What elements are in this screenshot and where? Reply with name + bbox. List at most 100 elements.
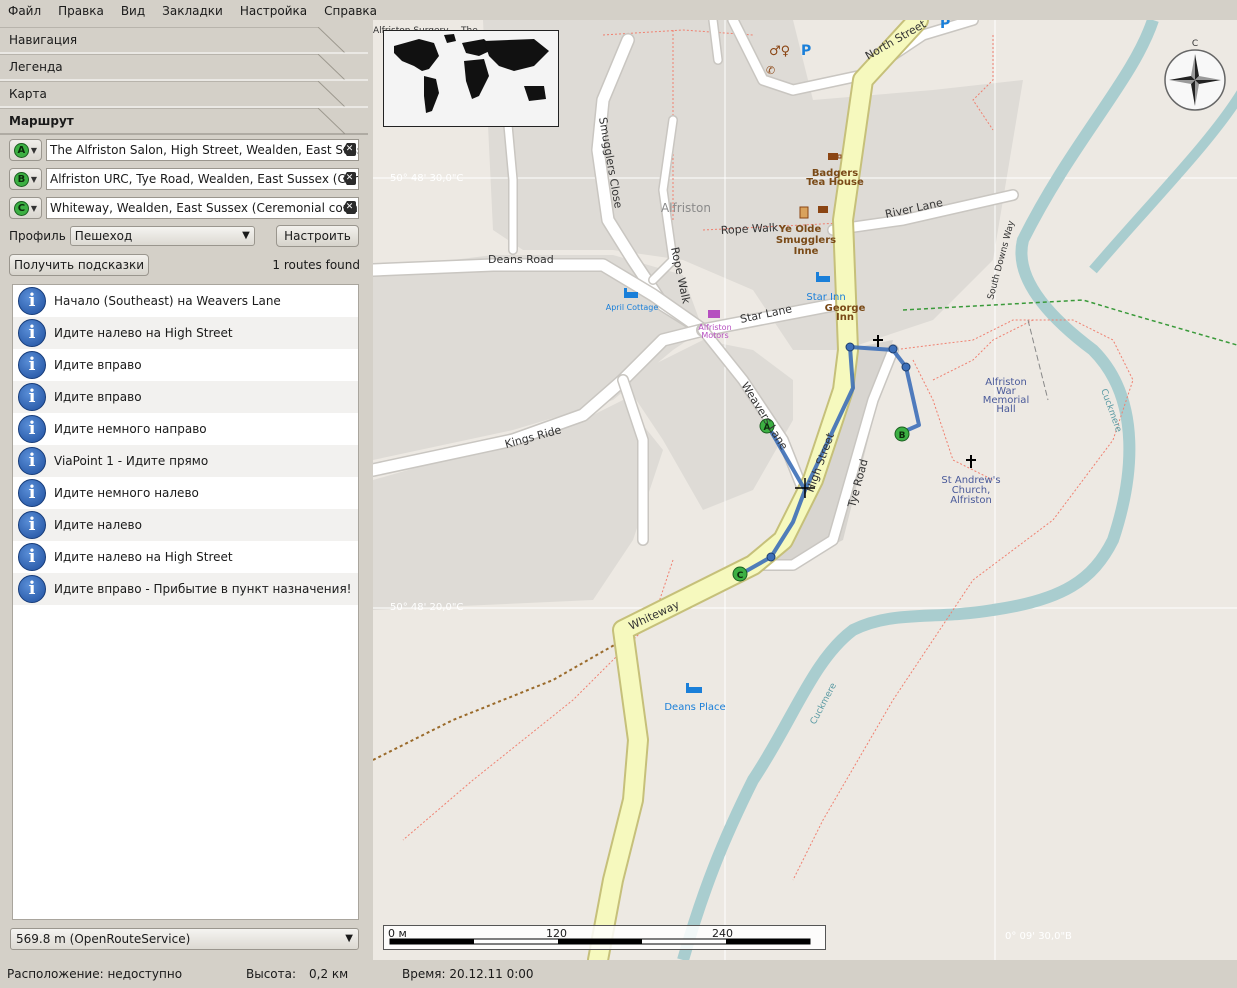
instruction-text: Идите налево на High Street <box>54 326 233 340</box>
map-canvas[interactable]: A B C 50° 48' 30,0"С 50° 48' 20,0"С 0° 0… <box>373 20 1237 960</box>
world-minimap[interactable] <box>383 30 559 127</box>
tab-route[interactable]: Маршрут <box>0 108 368 135</box>
church-icon <box>966 455 976 468</box>
grid-label-lat2: 50° 48' 20,0"С <box>390 602 463 613</box>
status-location: Расположение: недоступно <box>7 967 183 981</box>
info-icon: i <box>18 575 46 603</box>
list-item[interactable]: i Идите немного направо <box>13 413 358 445</box>
list-item[interactable]: i Идите вправо <box>13 381 358 413</box>
chevron-down-icon: ▼ <box>30 174 38 184</box>
profile-value: Пешеход <box>74 229 133 243</box>
list-item[interactable]: i Идите налево <box>13 509 358 541</box>
status-time: Время: 20.12.11 0:00 <box>402 967 534 981</box>
waypoint-c-input[interactable]: Whiteway, Wealden, East Sussex (Ceremoni… <box>46 197 359 219</box>
menu-file[interactable]: Файл <box>8 4 41 18</box>
scale-bar-graphic <box>389 938 811 945</box>
info-icon: i <box>18 287 46 315</box>
street-label: Deans Road <box>488 253 554 266</box>
route-summary-select[interactable]: 569.8 m (OpenRouteService) ▼ <box>10 928 359 950</box>
place-label: Tea House <box>806 177 864 188</box>
menu-settings[interactable]: Настройка <box>240 4 307 18</box>
info-icon: i <box>18 479 46 507</box>
waypoint-c-button[interactable]: C ▼ <box>9 197 42 219</box>
route-marker-c-label: C <box>737 571 744 581</box>
list-item[interactable]: i Идите немного налево <box>13 477 358 509</box>
list-item[interactable]: i Идите вправо <box>13 349 358 381</box>
configure-button[interactable]: Настроить <box>276 225 359 247</box>
waypoint-b-value: Alfriston URC, Tye Road, Wealden, East S… <box>50 172 358 186</box>
svg-text:♂♀: ♂♀ <box>769 44 790 59</box>
toilets-icon: ♂♀ <box>769 44 790 59</box>
waypoint-b-input[interactable]: Alfriston URC, Tye Road, Wealden, East S… <box>46 168 359 190</box>
instruction-text: Идите вправо <box>54 358 142 372</box>
waypoint-a-input[interactable]: The Alfriston Salon, High Street, Wealde… <box>46 139 359 161</box>
place-label: April Cottage <box>606 303 659 312</box>
info-icon: i <box>18 351 46 379</box>
side-panel: Навигация Легенда Карта Маршрут A ▼ The … <box>0 22 373 960</box>
instruction-text: Идите вправо - Прибытие в пункт назначен… <box>54 582 352 596</box>
marker-b-icon: B <box>13 171 29 187</box>
parking-icon: P <box>801 43 811 59</box>
waypoint-row-a: A ▼ The Alfriston Salon, High Street, We… <box>9 139 359 161</box>
pub-icon <box>799 206 809 219</box>
marker-a-icon: A <box>13 142 29 158</box>
place-label: Star Inn <box>806 292 845 303</box>
status-bar: Расположение: недоступно Высота: 0,2 км … <box>0 960 1237 988</box>
status-altitude-label: Высота: <box>246 967 297 981</box>
list-item[interactable]: i Идите налево на High Street <box>13 541 358 573</box>
place-label: Deans Place <box>664 702 725 713</box>
tab-navigation[interactable]: Навигация <box>0 27 368 54</box>
tab-legend[interactable]: Легенда <box>0 54 368 81</box>
tab-navigation-label: Навигация <box>9 33 78 47</box>
place-label: Motors <box>701 331 728 340</box>
info-icon: i <box>18 447 46 475</box>
info-icon: i <box>18 511 46 539</box>
waypoint-c-value: Whiteway, Wealden, East Sussex (Ceremoni… <box>50 201 359 215</box>
place-label: Inne <box>794 246 819 257</box>
tab-map[interactable]: Карта <box>0 81 368 108</box>
info-icon: i <box>18 415 46 443</box>
compass-rose: С <box>1162 38 1228 112</box>
tab-map-label: Карта <box>9 87 47 101</box>
list-item[interactable]: i Начало (Southeast) на Weavers Lane <box>13 285 358 317</box>
list-item[interactable]: i Идите налево на High Street <box>13 317 358 349</box>
svg-text:P: P <box>940 20 950 32</box>
info-icon: i <box>18 543 46 571</box>
waypoint-row-c: C ▼ Whiteway, Wealden, East Sussex (Cere… <box>9 197 359 219</box>
place-label: Alfriston <box>950 495 992 506</box>
menu-bookmarks[interactable]: Закладки <box>162 4 223 18</box>
marker-c-icon: C <box>13 200 29 216</box>
car-repair-icon <box>708 310 720 318</box>
status-altitude-value: 0,2 км <box>309 967 349 981</box>
waypoint-a-button[interactable]: A ▼ <box>9 139 42 161</box>
profile-select[interactable]: Пешеход ▼ <box>69 226 255 246</box>
menu-edit[interactable]: Правка <box>58 4 104 18</box>
scale-bar: 0 м 120 240 <box>383 925 826 950</box>
list-item[interactable]: i ViaPoint 1 - Идите прямо <box>13 445 358 477</box>
compass-icon: С <box>1164 39 1226 111</box>
list-item[interactable]: i Идите вправо - Прибытие в пункт назначе… <box>13 573 358 605</box>
route-marker-b-label: B <box>899 431 906 441</box>
get-hints-button[interactable]: Получить подсказки <box>9 254 149 276</box>
waypoint-b-button[interactable]: B ▼ <box>9 168 42 190</box>
route-instructions-list[interactable]: i Начало (Southeast) на Weavers Lane i Иди… <box>12 284 359 920</box>
hotel-icon <box>686 683 702 693</box>
cafe-icon <box>818 206 828 213</box>
route-marker-c[interactable]: C <box>732 566 748 582</box>
place-label: Hall <box>996 404 1015 415</box>
chevron-down-icon: ▼ <box>345 933 353 944</box>
instruction-text: Идите вправо <box>54 390 142 404</box>
tab-route-label: Маршрут <box>9 114 74 128</box>
route-marker-b[interactable]: B <box>894 426 910 442</box>
menu-view[interactable]: Вид <box>121 4 145 18</box>
menu-help[interactable]: Справка <box>324 4 377 18</box>
svg-text:P: P <box>801 43 811 59</box>
place-label: Inn <box>836 312 854 323</box>
instruction-text: ViaPoint 1 - Идите прямо <box>54 454 209 468</box>
chevron-down-icon: ▼ <box>30 203 38 213</box>
instruction-text: Идите немного налево <box>54 486 199 500</box>
route-summary-value: 569.8 m (OpenRouteService) <box>16 932 191 946</box>
map-view[interactable]: A B C 50° 48' 30,0"С 50° 48' 20,0"С 0° 0… <box>373 20 1237 960</box>
menubar: Файл Правка Вид Закладки Настройка Справ… <box>0 0 377 22</box>
info-icon: i <box>18 319 46 347</box>
